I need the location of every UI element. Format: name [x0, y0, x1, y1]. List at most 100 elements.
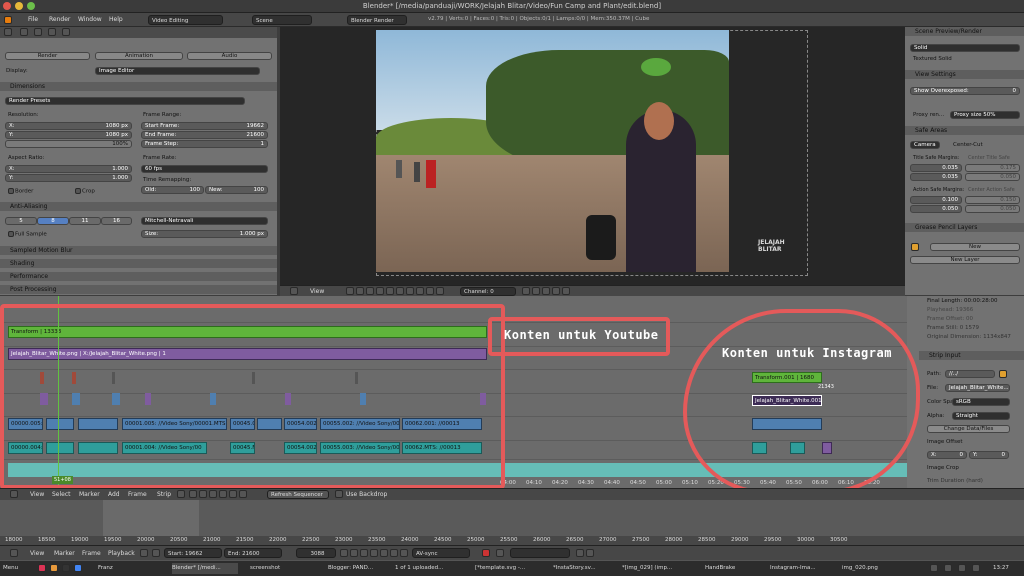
grease-pencil-header[interactable]: Grease Pencil Layers — [905, 223, 1024, 232]
border-checkbox[interactable]: Border — [8, 188, 33, 195]
overlay-icon[interactable] — [219, 490, 227, 498]
seq-menu-marker[interactable]: Marker — [79, 491, 100, 498]
backdrop-icon[interactable] — [436, 287, 444, 295]
task-instastory[interactable]: *InstaStory.sv... — [553, 563, 605, 574]
blender-logo-icon[interactable] — [4, 16, 12, 24]
network-icon[interactable] — [930, 564, 938, 572]
color-channel-icon[interactable] — [366, 287, 374, 295]
crop-checkbox[interactable]: Crop — [75, 188, 95, 195]
aa-size-field[interactable]: Size: 1.000 px — [141, 230, 268, 238]
lock-icon[interactable] — [239, 490, 247, 498]
view-type-icon[interactable] — [177, 490, 185, 498]
motion-blur-header[interactable]: Sampled Motion Blur — [0, 246, 277, 255]
tab-render[interactable]: Render — [5, 52, 90, 60]
tray-icon[interactable] — [972, 564, 980, 572]
sequencer-icon[interactable] — [189, 490, 197, 498]
start-frame-input[interactable]: Start: 19662 — [164, 548, 222, 558]
post-processing-header[interactable]: Post Processing — [0, 285, 277, 294]
menu-help[interactable]: Help — [109, 16, 123, 23]
color-space-dropdown[interactable]: sRGB — [952, 398, 1010, 406]
battery-icon[interactable] — [958, 564, 966, 572]
start-frame-field[interactable]: Start Frame: 19662 — [141, 122, 268, 130]
center-action-safe-x[interactable]: 0.150 — [965, 196, 1020, 204]
aa-sample-5[interactable]: 5 — [5, 217, 37, 225]
preview-range-icon[interactable] — [152, 549, 160, 557]
safe-areas-header[interactable]: Safe Areas — [905, 126, 1024, 135]
new-grease-pencil-button[interactable]: New — [930, 243, 1020, 251]
aspect-y-field[interactable]: Y: 1.000 — [5, 174, 132, 182]
tab-audio[interactable]: Audio — [187, 52, 272, 60]
center-action-safe-y[interactable]: 0.050 — [965, 205, 1020, 213]
tab-animation[interactable]: Animation — [95, 52, 183, 60]
terminal-icon[interactable] — [62, 564, 70, 572]
remap-old-field[interactable]: Old: 100 — [141, 186, 204, 194]
aa-sample-11[interactable]: 11 — [69, 217, 101, 225]
proxy-size-dropdown[interactable]: Proxy size 50% — [950, 111, 1020, 119]
menu-file[interactable]: File — [28, 16, 38, 23]
center-title-safe-y[interactable]: 0.050 — [965, 173, 1020, 181]
image-crop-checkbox[interactable]: Image Crop — [927, 465, 959, 471]
camera-icon[interactable] — [4, 28, 12, 36]
delete-keyframe-icon[interactable] — [586, 549, 594, 557]
task-blogger[interactable]: Blogger: PAND... — [328, 563, 384, 574]
seq-menu-select[interactable]: Select — [52, 491, 71, 498]
record-icon[interactable] — [140, 549, 148, 557]
aa-sample-8[interactable]: 8 — [37, 217, 69, 225]
title-safe-x[interactable]: 0.035 — [910, 164, 962, 172]
seq-menu-strip[interactable]: Strip — [157, 491, 171, 498]
sequencer-preview-icon[interactable] — [356, 287, 364, 295]
sync-dropdown[interactable]: AV-sync — [412, 548, 470, 558]
grease-pencil-icon[interactable] — [229, 490, 237, 498]
layout-dropdown[interactable]: Video Editing — [148, 15, 223, 25]
task-upload[interactable]: 1 of 1 uploaded... — [395, 563, 455, 574]
scene-icon[interactable] — [34, 28, 42, 36]
render-presets-dropdown[interactable]: Render Presets — [5, 97, 245, 105]
refresh-sequencer-button[interactable]: Refresh Sequencer — [267, 490, 329, 499]
browser-icon[interactable] — [38, 564, 46, 572]
resolution-x-field[interactable]: X: 1080 px — [5, 122, 132, 130]
tl-menu-view[interactable]: View — [30, 550, 44, 557]
solid-option[interactable]: Solid — [910, 44, 1020, 52]
full-sample-checkbox[interactable]: Full Sample — [8, 231, 47, 238]
editor-type-icon[interactable] — [10, 490, 18, 498]
channel-field[interactable]: Channel: 0 — [460, 287, 516, 296]
editor-type-icon[interactable] — [10, 549, 18, 557]
tl-menu-playback[interactable]: Playback — [108, 550, 135, 557]
task-instagram-image[interactable]: Instagram-Ima... — [770, 563, 822, 574]
record-icon[interactable] — [482, 549, 490, 557]
image-offset-checkbox[interactable]: Image Offset — [927, 439, 963, 445]
alpha-icon[interactable] — [376, 287, 384, 295]
view-settings-header[interactable]: View Settings — [905, 70, 1024, 79]
jump-end-icon[interactable] — [390, 549, 398, 557]
task-img020[interactable]: img_020.png — [842, 563, 892, 574]
fps-dropdown[interactable]: 60 fps — [141, 165, 268, 173]
camera-safe-dropdown[interactable]: Camera — [910, 141, 940, 149]
strip-input-header[interactable]: Strip Input — [919, 351, 1024, 360]
start-menu-button[interactable]: Menu — [3, 563, 18, 574]
file-field[interactable]: Jelajah_Blitar_White... — [945, 384, 1010, 392]
action-safe-y[interactable]: 0.050 — [910, 205, 962, 213]
preview-icon[interactable] — [199, 490, 207, 498]
jump-start-icon[interactable] — [340, 549, 348, 557]
refresh-icon[interactable] — [542, 287, 550, 295]
view-menu[interactable]: View — [310, 288, 324, 295]
use-backdrop-label[interactable]: Use Backdrop — [346, 491, 387, 498]
editor-type-icon[interactable] — [290, 287, 298, 295]
seq-menu-add[interactable]: Add — [108, 491, 120, 498]
checkbox-icon[interactable] — [335, 490, 343, 498]
layers-icon[interactable] — [20, 28, 28, 36]
center-cut-checkbox[interactable]: Center-Cut — [953, 142, 983, 148]
camera-view-icon[interactable] — [532, 287, 540, 295]
new-layer-button[interactable]: New Layer — [910, 256, 1020, 264]
pause-icon[interactable] — [400, 549, 408, 557]
volume-icon[interactable] — [944, 564, 952, 572]
engine-dropdown[interactable]: Blender Render — [347, 15, 407, 25]
object-icon[interactable] — [62, 28, 70, 36]
play-reverse-icon[interactable] — [360, 549, 368, 557]
remap-new-field[interactable]: New: 100 — [205, 186, 268, 194]
lock-icon[interactable] — [522, 287, 530, 295]
task-img029[interactable]: *[img_029] (imp... — [622, 563, 684, 574]
offset-x-field[interactable]: X: 0 — [927, 451, 967, 459]
insert-keyframe-icon[interactable] — [576, 549, 584, 557]
aa-sample-16[interactable]: 16 — [101, 217, 132, 225]
